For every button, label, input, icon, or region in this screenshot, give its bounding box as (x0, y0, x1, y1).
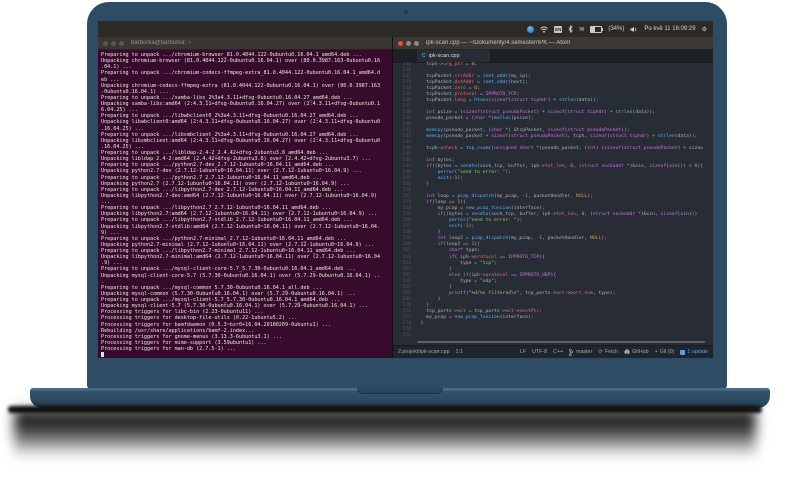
atom-window-title: ipk-scan.cpp — ~/Dokumenty/4.semester/IP… (426, 40, 571, 46)
code-text: ····tcph->urg_ptr = 0; (415, 62, 478, 67)
atom-titlebar[interactable]: ipk-scan.cpp — ~/Dokumenty/4.semester/IP… (393, 37, 713, 50)
code-text: ····} (415, 182, 430, 188)
code-text: ··} (415, 320, 424, 326)
terminal-line: Unpacking libpython2.7-minimal:amd64 (2.… (101, 254, 381, 261)
status-file-path[interactable]: 2.projekt/ipk-scan.cpp (398, 349, 450, 355)
status-grammar[interactable]: C++ (553, 349, 563, 355)
atom-status-bar: 2.projekt/ipk-scan.cpp 1:1 LF UTF-8 C++ … (393, 345, 713, 358)
volume-icon[interactable] (630, 26, 638, 33)
update-icon (680, 349, 686, 355)
terminal-line: Unpacking python2.7 (2.7.12-1ubuntu0~16.… (101, 180, 350, 187)
terminal-window: barborka@barborka: ~ Preparing to unpack… (98, 37, 392, 358)
terminal-minimize-button[interactable] (111, 40, 116, 46)
code-line: 542 ····memcpy(pseudo_packet + sizeof(str… (393, 134, 713, 140)
terminal-line: Unpacking libwbclient0:amd64 (2:4.3.11+d… (101, 119, 381, 126)
keyboard-layout-indicator[interactable]: EN (554, 25, 563, 33)
status-cursor-position[interactable]: 1:1 (456, 349, 463, 355)
battery-fill (591, 26, 595, 32)
status-git-branch[interactable]: master (569, 348, 592, 356)
session-gear-icon[interactable]: ⚙ (702, 26, 707, 33)
laptop-screen: EN ✉ (34%) Po kvě 11 16:09:29 ⚙ barborka… (98, 21, 713, 358)
bluetooth-icon[interactable] (568, 25, 574, 33)
terminal-title: barborka@barborka: ~ (131, 40, 192, 46)
tab-ipk-scan-cpp[interactable]: C ipk-scan.cpp (417, 50, 491, 62)
battery-percentage: (34%) (608, 26, 625, 32)
horizontal-scrollbar[interactable] (417, 341, 705, 343)
terminal-line: Unpacking chromium-codecs-ffmpeg-extra (… (101, 82, 381, 89)
battery-tip (602, 27, 604, 31)
terminal-line: Unpacking chromium-browser (81.0.4044.12… (101, 58, 381, 65)
terminal-close-button[interactable] (103, 40, 108, 46)
terminal-output[interactable]: Preparing to unpack .../chromium-browser… (98, 50, 392, 358)
status-fetch[interactable]: ⟳ Fetch (598, 349, 618, 355)
status-git-changes[interactable]: + Git (0) (655, 349, 675, 355)
terminal-line: Preparing to unpack .../libsmbclient_2%3… (101, 131, 359, 138)
code-text: ····pseudo_packet = (char *)malloc(psize… (415, 116, 534, 122)
terminal-line: Preparing to unpack .../mysql-client-cor… (101, 266, 356, 273)
code-text: ············printf("%d/%s filtered\n", t… (415, 290, 616, 296)
code-text: ····my_pcap = new_pcap_funcion(interface… (415, 314, 534, 320)
status-github[interactable]: GitHub (624, 349, 649, 355)
code-line: 575 (393, 333, 713, 339)
terminal-maximize-button[interactable] (119, 40, 124, 46)
battery-icon[interactable] (590, 25, 604, 33)
terminal-line: Preparing to unpack .../libpython2.7-std… (101, 217, 353, 224)
status-encoding[interactable]: UTF-8 (532, 349, 547, 355)
code-text: ····memcpy(pseudo_packet + sizeof(struct… (415, 134, 698, 140)
github-icon (624, 349, 630, 355)
terminal-line: Unpacking libpython2.7-dev:amd64 (2.7.12… (101, 192, 378, 199)
git-plus-icon: + (654, 349, 658, 355)
page: EN ✉ (34%) Po kvě 11 16:09:29 ⚙ barborka… (0, 0, 800, 477)
atom-window: ipk-scan.cpp — ~/Dokumenty/4.semester/IP… (392, 37, 713, 358)
code-editor[interactable]: 530 ····tcph->urg_ptr = 0; 531 532 ····tcpPa… (393, 62, 713, 340)
tab-label: ipk-scan.cpp (428, 53, 460, 59)
laptop-shadow-fade (14, 410, 756, 462)
terminal-prompt-line (101, 352, 392, 358)
status-line-ending[interactable]: LF (520, 349, 526, 355)
code-line: 544 ····tcph->check = tcp_csum((unsigned … (393, 146, 713, 152)
terminal-line: Unpacking python2.7-dev (2.7.12-1ubuntu0… (101, 168, 362, 175)
webcam-dot (404, 10, 408, 14)
atom-minimize-button[interactable] (406, 40, 411, 46)
laptop-base-notch (357, 388, 443, 394)
code-text: ····tcph->check = tcp_csum((unsigned sho… (415, 146, 703, 152)
code-text: ····tcpPacket.leng = htons(sizeof(struct… (415, 98, 599, 104)
terminal-line: Unpacking libsmbclient:amd64 (2:4.3.11+d… (101, 137, 381, 144)
messages-icon[interactable]: ✉ (579, 26, 584, 33)
terminal-cursor (101, 352, 104, 358)
system-bar: EN ✉ (34%) Po kvě 11 16:09:29 ⚙ (98, 21, 713, 37)
terminal-titlebar[interactable]: barborka@barborka: ~ (98, 37, 392, 50)
cpp-file-icon: C (422, 53, 426, 59)
sync-icon: ⟳ (598, 349, 603, 355)
atom-maximize-button[interactable] (414, 40, 419, 46)
atom-close-button[interactable] (398, 40, 403, 46)
wifi-icon[interactable] (540, 26, 549, 33)
terminal-line: Unpacking libpython2.7-stdlib:amd64 (2.7… (101, 223, 381, 230)
terminal-line: Unpacking samba-libs:amd64 (2:4.3.11+dfs… (101, 101, 381, 107)
branch-icon (569, 348, 574, 356)
terminal-line: Unpacking mysql-client-core-5.7 (5.7.30-… (101, 272, 381, 279)
app-indicator-icon[interactable] (527, 25, 535, 33)
line-number: 575 (402, 332, 411, 338)
status-update-available[interactable]: 1 update (680, 349, 708, 355)
clock[interactable]: Po kvě 11 16:09:29 (644, 26, 695, 32)
terminal-line: Preparing to unpack .../chromium-codecs-… (101, 70, 381, 77)
